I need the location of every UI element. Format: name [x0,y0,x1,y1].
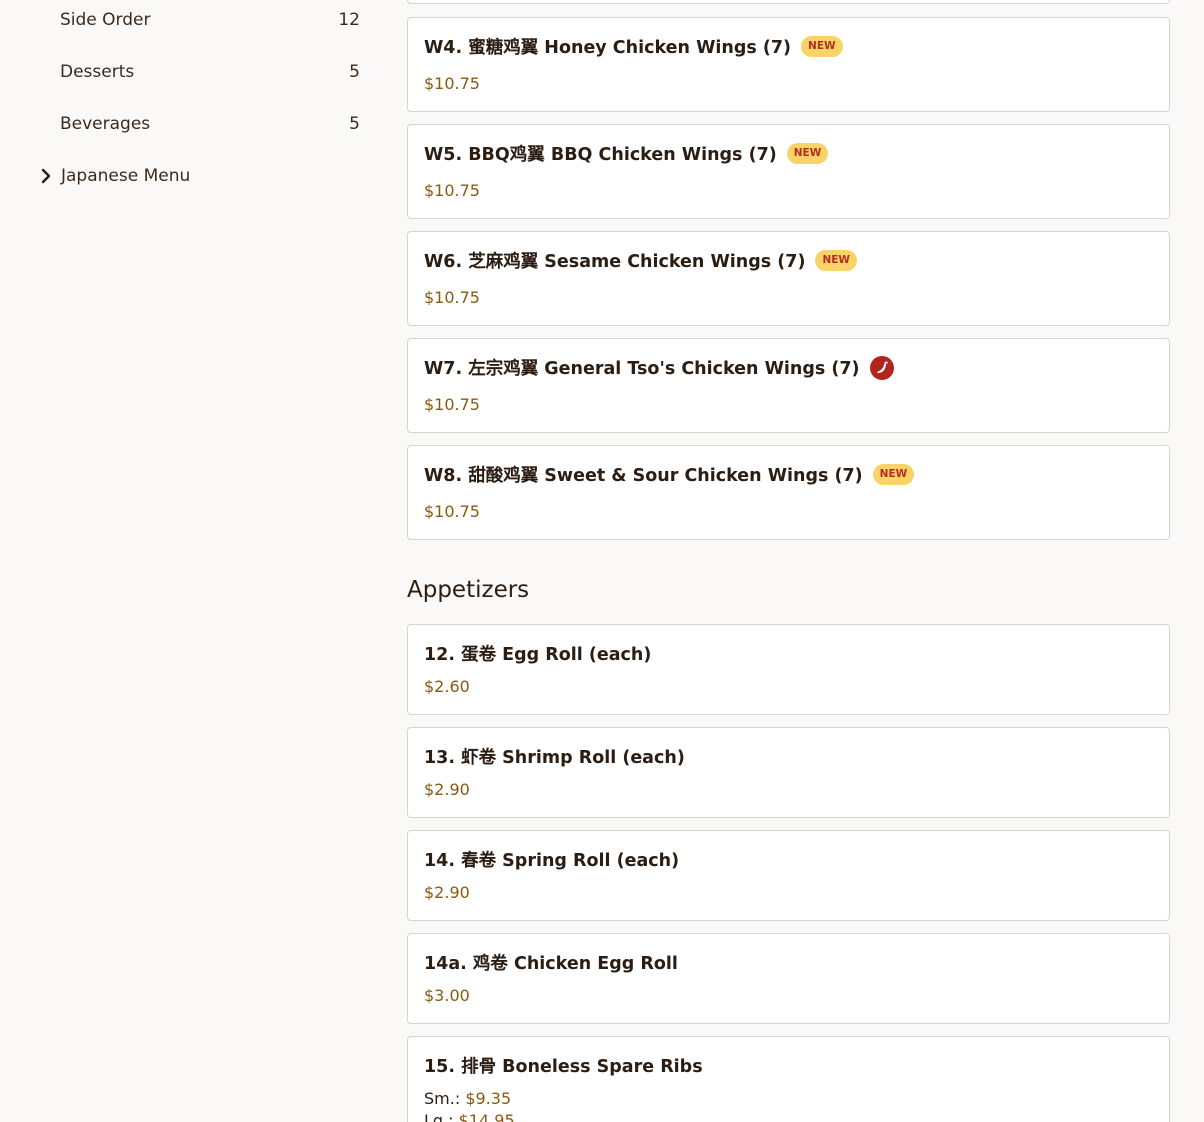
size-price: $14.95 [458,1111,515,1122]
size-label: Lg.: [424,1111,454,1122]
sidebar-item-label: Desserts [60,62,135,82]
category-sidebar: Side Order 12 Desserts 5 Beverages 5 Jap… [0,0,380,1122]
menu-item-title: 13. 虾卷 Shrimp Roll (each) [424,748,685,768]
spicy-pepper-icon [869,355,894,380]
new-badge: NEW [801,36,843,57]
menu-item-title: W5. BBQ鸡翼 BBQ Chicken Wings (7) [424,145,777,165]
menu-item-price: $10.75 [424,288,480,307]
menu-item-card[interactable]: W7. 左宗鸡翼 General Tso's Chicken Wings (7)… [407,338,1170,433]
menu-item-title: W8. 甜酸鸡翼 Sweet & Sour Chicken Wings (7) [424,466,863,486]
menu-item-title: 15. 排骨 Boneless Spare Ribs [424,1057,703,1077]
menu-item-price: $2.90 [424,780,470,799]
size-label: Sm.: [424,1089,461,1108]
menu-item-card[interactable]: W4. 蜜糖鸡翼 Honey Chicken Wings (7) NEW $10… [407,17,1170,112]
menu-item-card[interactable]: 12. 蛋卷 Egg Roll (each) $2.60 [407,624,1170,715]
menu-item-title-row: W5. BBQ鸡翼 BBQ Chicken Wings (7) NEW [424,141,829,166]
sidebar-item-count: 12 [338,10,360,30]
menu-item-title-row: W8. 甜酸鸡翼 Sweet & Sour Chicken Wings (7) … [424,462,915,487]
menu-item-price: $3.00 [424,986,470,1005]
sidebar-item-count: 5 [349,62,360,82]
sidebar-item-beverages[interactable]: Beverages 5 [60,109,360,139]
menu-item-card[interactable]: 14. 春卷 Spring Roll (each) $2.90 [407,830,1170,921]
menu-item-card[interactable]: W6. 芝麻鸡翼 Sesame Chicken Wings (7) NEW $1… [407,231,1170,326]
sidebar-item-desserts[interactable]: Desserts 5 [60,57,360,87]
menu-item-price: $10.75 [424,395,480,414]
menu-item-title: W4. 蜜糖鸡翼 Honey Chicken Wings (7) [424,38,792,58]
chevron-right-icon [36,166,56,186]
menu-item-title: 12. 蛋卷 Egg Roll (each) [424,645,652,665]
menu-item-title-row: W4. 蜜糖鸡翼 Honey Chicken Wings (7) NEW [424,34,843,59]
menu-item-card[interactable]: 13. 虾卷 Shrimp Roll (each) $2.90 [407,727,1170,818]
menu-page: Side Order 12 Desserts 5 Beverages 5 Jap… [0,0,1204,1122]
size-price: $9.35 [465,1089,512,1108]
menu-item-price: $2.90 [424,883,470,902]
new-badge: NEW [872,464,915,485]
sidebar-group-japanese-menu[interactable]: Japanese Menu [36,161,190,191]
new-badge: NEW [786,143,829,164]
menu-item-price: $10.75 [424,74,480,93]
menu-item-title: 14. 春卷 Spring Roll (each) [424,851,680,871]
section-heading-appetizers: Appetizers [407,577,530,603]
menu-item-title-row: W7. 左宗鸡翼 General Tso's Chicken Wings (7) [424,355,894,380]
sidebar-group-label: Japanese Menu [61,166,191,186]
menu-item-price: $10.75 [424,502,480,521]
menu-item-card[interactable]: 14a. 鸡卷 Chicken Egg Roll $3.00 [407,933,1170,1024]
sidebar-item-label: Side Order [60,10,151,30]
menu-item-title-row: W6. 芝麻鸡翼 Sesame Chicken Wings (7) NEW [424,248,857,273]
sidebar-item-side-order[interactable]: Side Order 12 [60,5,360,35]
menu-item-title: 14a. 鸡卷 Chicken Egg Roll [424,954,678,974]
size-price-small: Sm.: $9.35 [424,1089,511,1108]
menu-item-title: W6. 芝麻鸡翼 Sesame Chicken Wings (7) [424,252,806,272]
new-badge: NEW [815,250,857,271]
size-price-large: Lg.: $14.95 [424,1111,515,1122]
sidebar-item-count: 5 [349,114,360,134]
menu-item-title: W7. 左宗鸡翼 General Tso's Chicken Wings (7) [424,359,860,379]
menu-item-card[interactable]: W8. 甜酸鸡翼 Sweet & Sour Chicken Wings (7) … [407,445,1170,540]
menu-item-card[interactable] [407,0,1170,4]
menu-item-card[interactable]: 15. 排骨 Boneless Spare Ribs Sm.: $9.35 Lg… [407,1036,1170,1122]
sidebar-item-label: Beverages [60,114,151,134]
menu-item-price: $2.60 [424,677,470,696]
menu-item-card[interactable]: W5. BBQ鸡翼 BBQ Chicken Wings (7) NEW $10.… [407,124,1170,219]
menu-item-price: $10.75 [424,181,480,200]
